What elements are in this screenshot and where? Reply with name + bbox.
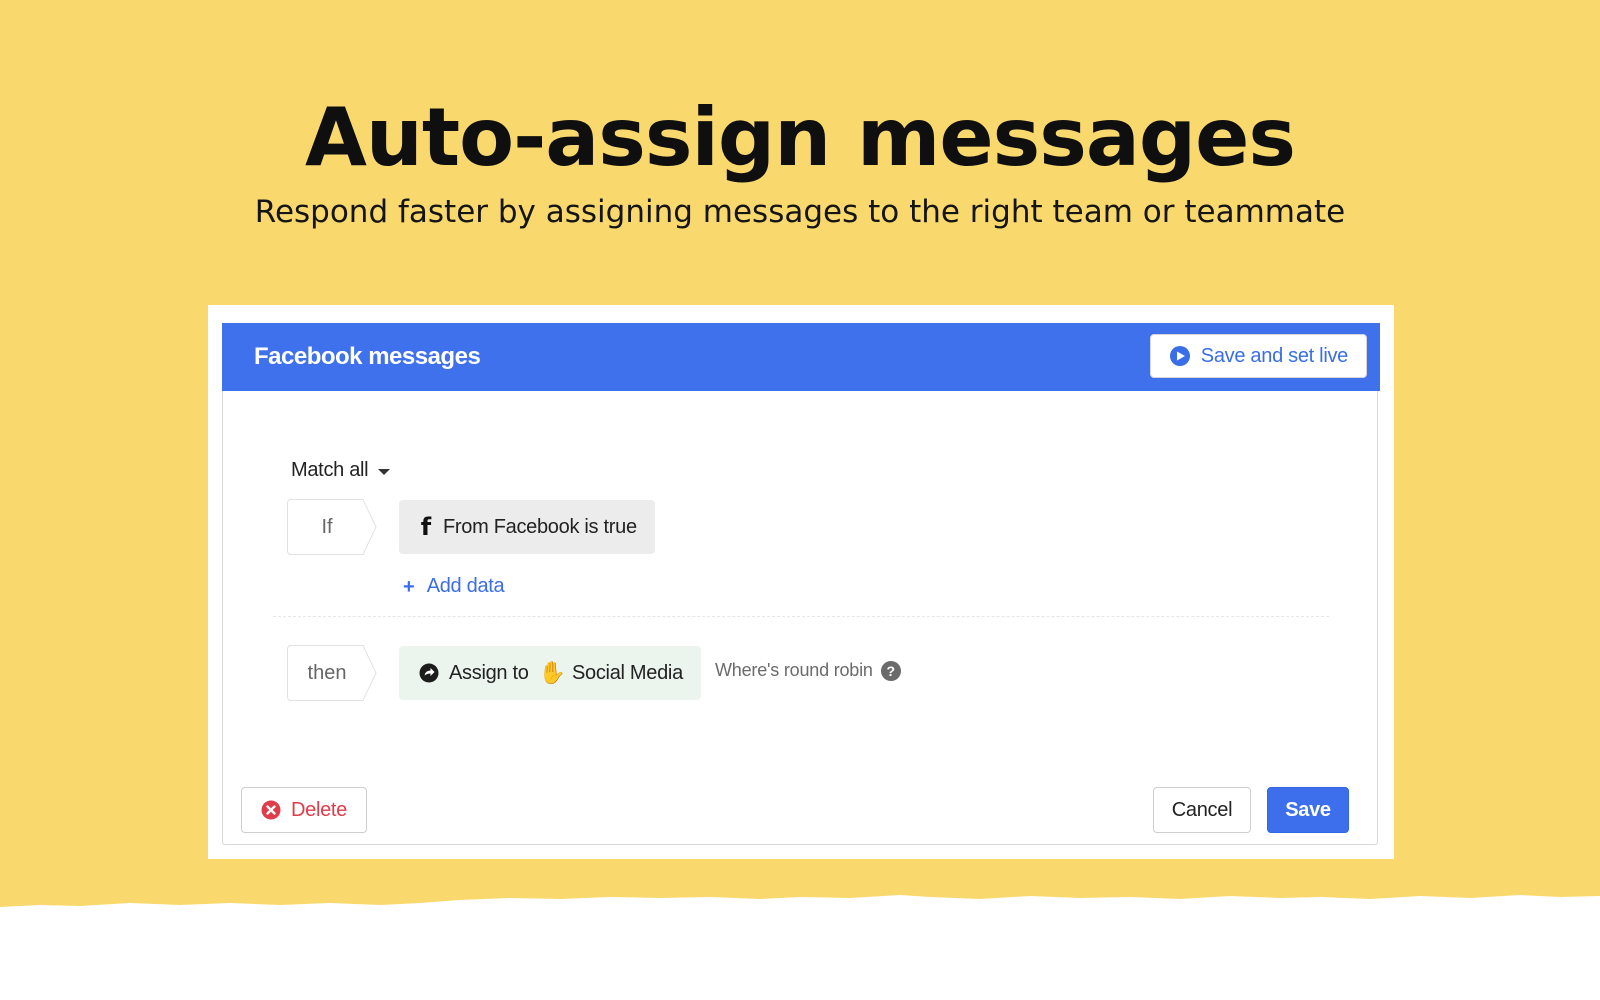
delete-button[interactable]: Delete [241, 787, 367, 833]
rule-title: Facebook messages [254, 343, 481, 370]
if-label: If [321, 516, 333, 538]
raised-hands-icon: ✋ [538, 660, 566, 685]
screenshot-frame: Facebook messages Save and set live Matc… [208, 305, 1394, 859]
caret-down-icon [378, 468, 391, 475]
cancel-label: Cancel [1171, 798, 1233, 821]
save-and-set-live-label: Save and set live [1200, 344, 1349, 367]
add-data-label: Add data [426, 575, 505, 597]
round-robin-label: Where's round robin [715, 660, 873, 680]
condition-chip[interactable]: f From Facebook is true [399, 500, 655, 554]
page-subtitle: Respond faster by assigning messages to … [254, 194, 1346, 230]
match-all-dropdown[interactable]: Match all [291, 459, 391, 482]
section-divider [273, 616, 1329, 617]
then-step-tag: then [287, 645, 377, 701]
action-team-label: Social Media [571, 661, 683, 684]
round-robin-help-link[interactable]: Where's round robin ? [715, 660, 901, 681]
facebook-icon: f [420, 513, 432, 541]
help-icon: ? [880, 660, 901, 681]
assign-arrow-icon [419, 663, 439, 683]
save-button[interactable]: Save [1267, 787, 1349, 833]
delete-label: Delete [290, 798, 347, 821]
rule-header: Facebook messages Save and set live [222, 323, 1380, 391]
if-step-tag: If [287, 499, 377, 555]
action-prefix-label: Assign to [449, 661, 529, 684]
page-title: Auto-assign messages [305, 91, 1296, 184]
rule-card: Facebook messages Save and set live Matc… [222, 323, 1380, 845]
add-data-button[interactable]: + Add data [403, 575, 505, 598]
play-circle-icon [1169, 346, 1190, 366]
x-circle-icon [261, 800, 281, 820]
plus-icon: + [403, 575, 415, 598]
page: Auto-assign messages Respond faster by a… [0, 0, 1600, 1000]
cancel-button[interactable]: Cancel [1153, 787, 1251, 833]
condition-label: From Facebook is true [443, 515, 637, 538]
match-all-label: Match all [291, 459, 369, 481]
save-and-set-live-button[interactable]: Save and set live [1149, 334, 1367, 378]
then-label: then [307, 662, 347, 684]
action-chip[interactable]: Assign to ✋ Social Media [399, 646, 701, 700]
save-label: Save [1285, 798, 1331, 821]
